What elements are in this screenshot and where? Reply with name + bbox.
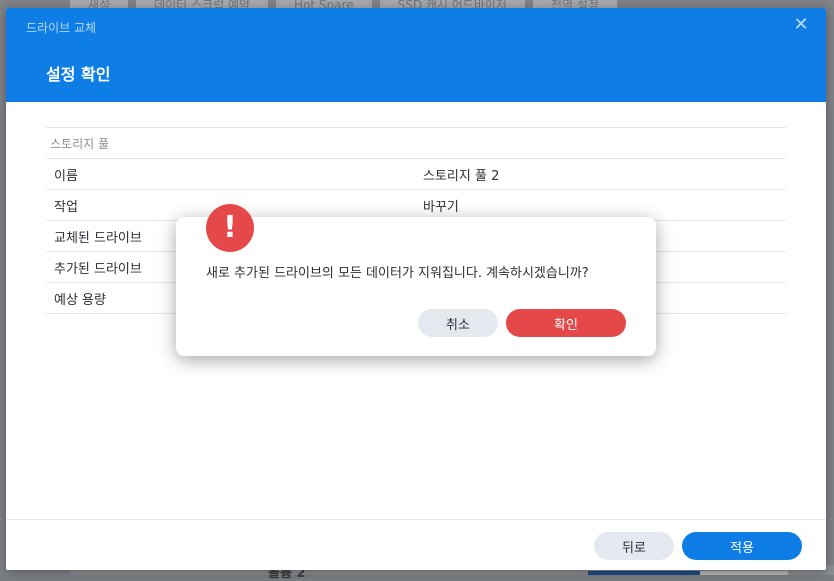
confirm-button[interactable]: 확인 — [506, 309, 626, 337]
background-progress-fill — [588, 571, 700, 575]
summary-label: 이름 — [46, 158, 423, 190]
confirm-dialog: ! 새로 추가된 드라이브의 모든 데이터가 지워집니다. 계속하시겠습니까? … — [176, 204, 656, 356]
background-progress-bar — [588, 571, 788, 575]
apply-button[interactable]: 적용 — [682, 532, 802, 560]
dialog-message: 새로 추가된 드라이브의 모든 데이터가 지워집니다. 계속하시겠습니까? — [206, 266, 589, 281]
window-title: 드라이브 교체 — [26, 21, 97, 35]
close-icon[interactable]: ✕ — [792, 16, 810, 34]
table-row: 작업 바꾸기 — [46, 189, 786, 221]
summary-value: 바꾸기 — [423, 189, 786, 221]
window-footer: 뒤로 적용 — [6, 519, 826, 570]
page-title: 설정 확인 — [46, 65, 111, 84]
cancel-button[interactable]: 취소 — [418, 309, 498, 337]
table-row: 이름 스토리지 풀 2 — [46, 158, 786, 190]
summary-section-header: 스토리지 풀 — [46, 127, 786, 159]
window-header: 드라이브 교체 ✕ 설정 확인 — [6, 8, 826, 102]
back-button[interactable]: 뒤로 — [594, 532, 674, 560]
warning-exclamation-icon: ! — [206, 204, 254, 252]
summary-value: 스토리지 풀 2 — [423, 158, 786, 190]
